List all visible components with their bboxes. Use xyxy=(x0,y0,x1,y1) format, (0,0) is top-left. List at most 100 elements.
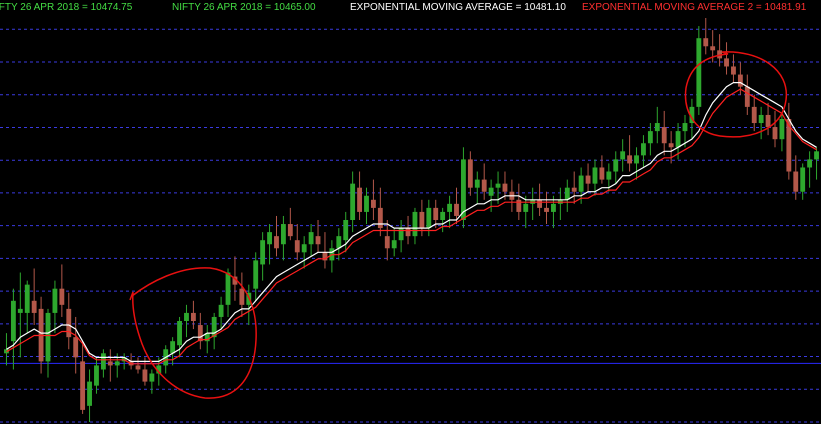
candle-body xyxy=(73,337,79,358)
candle-body xyxy=(585,175,591,184)
candle-body xyxy=(599,167,605,180)
candle-body xyxy=(52,288,58,313)
candle-body xyxy=(17,308,23,313)
candle-body xyxy=(668,143,674,148)
candle-body xyxy=(419,211,425,229)
candle-body xyxy=(149,373,155,382)
candle-body xyxy=(260,240,266,265)
candle-body xyxy=(59,288,65,305)
candle-body xyxy=(177,321,182,346)
candle-body xyxy=(724,58,729,67)
candle-body xyxy=(24,284,30,313)
candle-body xyxy=(474,179,480,188)
candle-body xyxy=(779,119,785,140)
candle-body xyxy=(696,38,702,107)
candle-body xyxy=(564,187,570,200)
legend-item-ema-2: EXPONENTIAL MOVING AVERAGE 2 = 10481.91 xyxy=(582,2,807,13)
candle-body xyxy=(405,228,411,237)
candle-body xyxy=(370,199,376,208)
candle-body xyxy=(744,86,750,107)
legend-item-ema-1: EXPONENTIAL MOVING AVERAGE = 10481.10 xyxy=(350,2,566,13)
candle-body xyxy=(440,211,446,220)
candle-body xyxy=(641,143,646,156)
candle-body xyxy=(675,131,681,148)
candle-body xyxy=(710,46,716,51)
candle-body xyxy=(647,131,653,144)
candle-body xyxy=(495,183,501,188)
candle-body xyxy=(606,171,612,180)
candle-body xyxy=(308,232,314,245)
candle-body xyxy=(772,127,778,140)
candle-body xyxy=(807,159,813,168)
candle-body xyxy=(184,312,189,321)
candle-body xyxy=(454,203,459,216)
candle-body xyxy=(398,228,404,241)
candle-body xyxy=(592,167,598,184)
candle-body xyxy=(274,236,279,249)
candle-body xyxy=(377,207,383,229)
candle-body xyxy=(197,325,203,342)
candle-body xyxy=(364,195,369,212)
candle-body xyxy=(571,187,577,192)
chart-canvas xyxy=(0,0,821,424)
candle-body xyxy=(350,183,356,220)
candle-body xyxy=(80,361,86,410)
candle-body xyxy=(551,203,556,212)
candle-body xyxy=(301,244,307,253)
candle-body xyxy=(661,127,667,144)
candle-body xyxy=(654,123,660,132)
candle-body xyxy=(620,151,626,160)
candlestick-chart: IFTY 26 APR 2018 = 10474.75 NIFTY 26 APR… xyxy=(0,0,821,424)
candle-body xyxy=(523,203,529,212)
candle-body xyxy=(627,155,633,164)
candle-body xyxy=(357,187,362,212)
candle-body xyxy=(800,167,806,192)
candle-body xyxy=(793,171,799,192)
candle xyxy=(696,26,702,115)
candle-body xyxy=(170,341,176,354)
candle-body xyxy=(94,365,99,386)
candle-body xyxy=(814,151,819,160)
candle-body xyxy=(287,224,293,237)
candle-body xyxy=(391,240,397,249)
candle-body xyxy=(107,361,113,366)
candle-body xyxy=(10,300,16,342)
candle-body xyxy=(488,187,494,196)
legend-item-nifty-1: IFTY 26 APR 2018 = 10474.75 xyxy=(0,2,133,13)
candle-body xyxy=(682,123,688,132)
candle-body xyxy=(544,207,549,212)
candle-body xyxy=(280,224,286,245)
candle-body xyxy=(481,179,487,192)
candle-body xyxy=(190,312,196,321)
candle-body xyxy=(218,304,224,317)
candle-body xyxy=(114,361,120,366)
candle-body xyxy=(239,288,245,305)
candle-body xyxy=(426,207,432,229)
candle-body xyxy=(315,236,321,245)
candle-body xyxy=(433,207,439,220)
legend: IFTY 26 APR 2018 = 10474.75 NIFTY 26 APR… xyxy=(0,2,821,14)
candle-body xyxy=(613,159,619,172)
candle-body xyxy=(737,74,743,87)
candle-body xyxy=(765,114,771,128)
candle-body xyxy=(537,199,543,208)
candle-body xyxy=(45,312,51,362)
candle-body xyxy=(142,369,148,382)
candle-body xyxy=(412,211,418,237)
candle-body xyxy=(467,159,473,188)
candle-body xyxy=(253,260,259,289)
candle-body xyxy=(384,236,390,249)
candle-body xyxy=(100,353,106,370)
legend-item-nifty-2: NIFTY 26 APR 2018 = 10465.00 xyxy=(172,2,316,13)
candle-body xyxy=(267,232,272,245)
candle-body xyxy=(758,114,764,124)
candle-body xyxy=(578,175,584,192)
candle-body xyxy=(135,365,141,370)
candle-body xyxy=(751,106,757,124)
candle-body xyxy=(731,66,736,75)
candle-body xyxy=(336,236,342,249)
candle-body xyxy=(447,203,453,212)
candle-body xyxy=(294,240,300,253)
candle-body xyxy=(31,300,37,313)
candle-body xyxy=(343,220,349,241)
